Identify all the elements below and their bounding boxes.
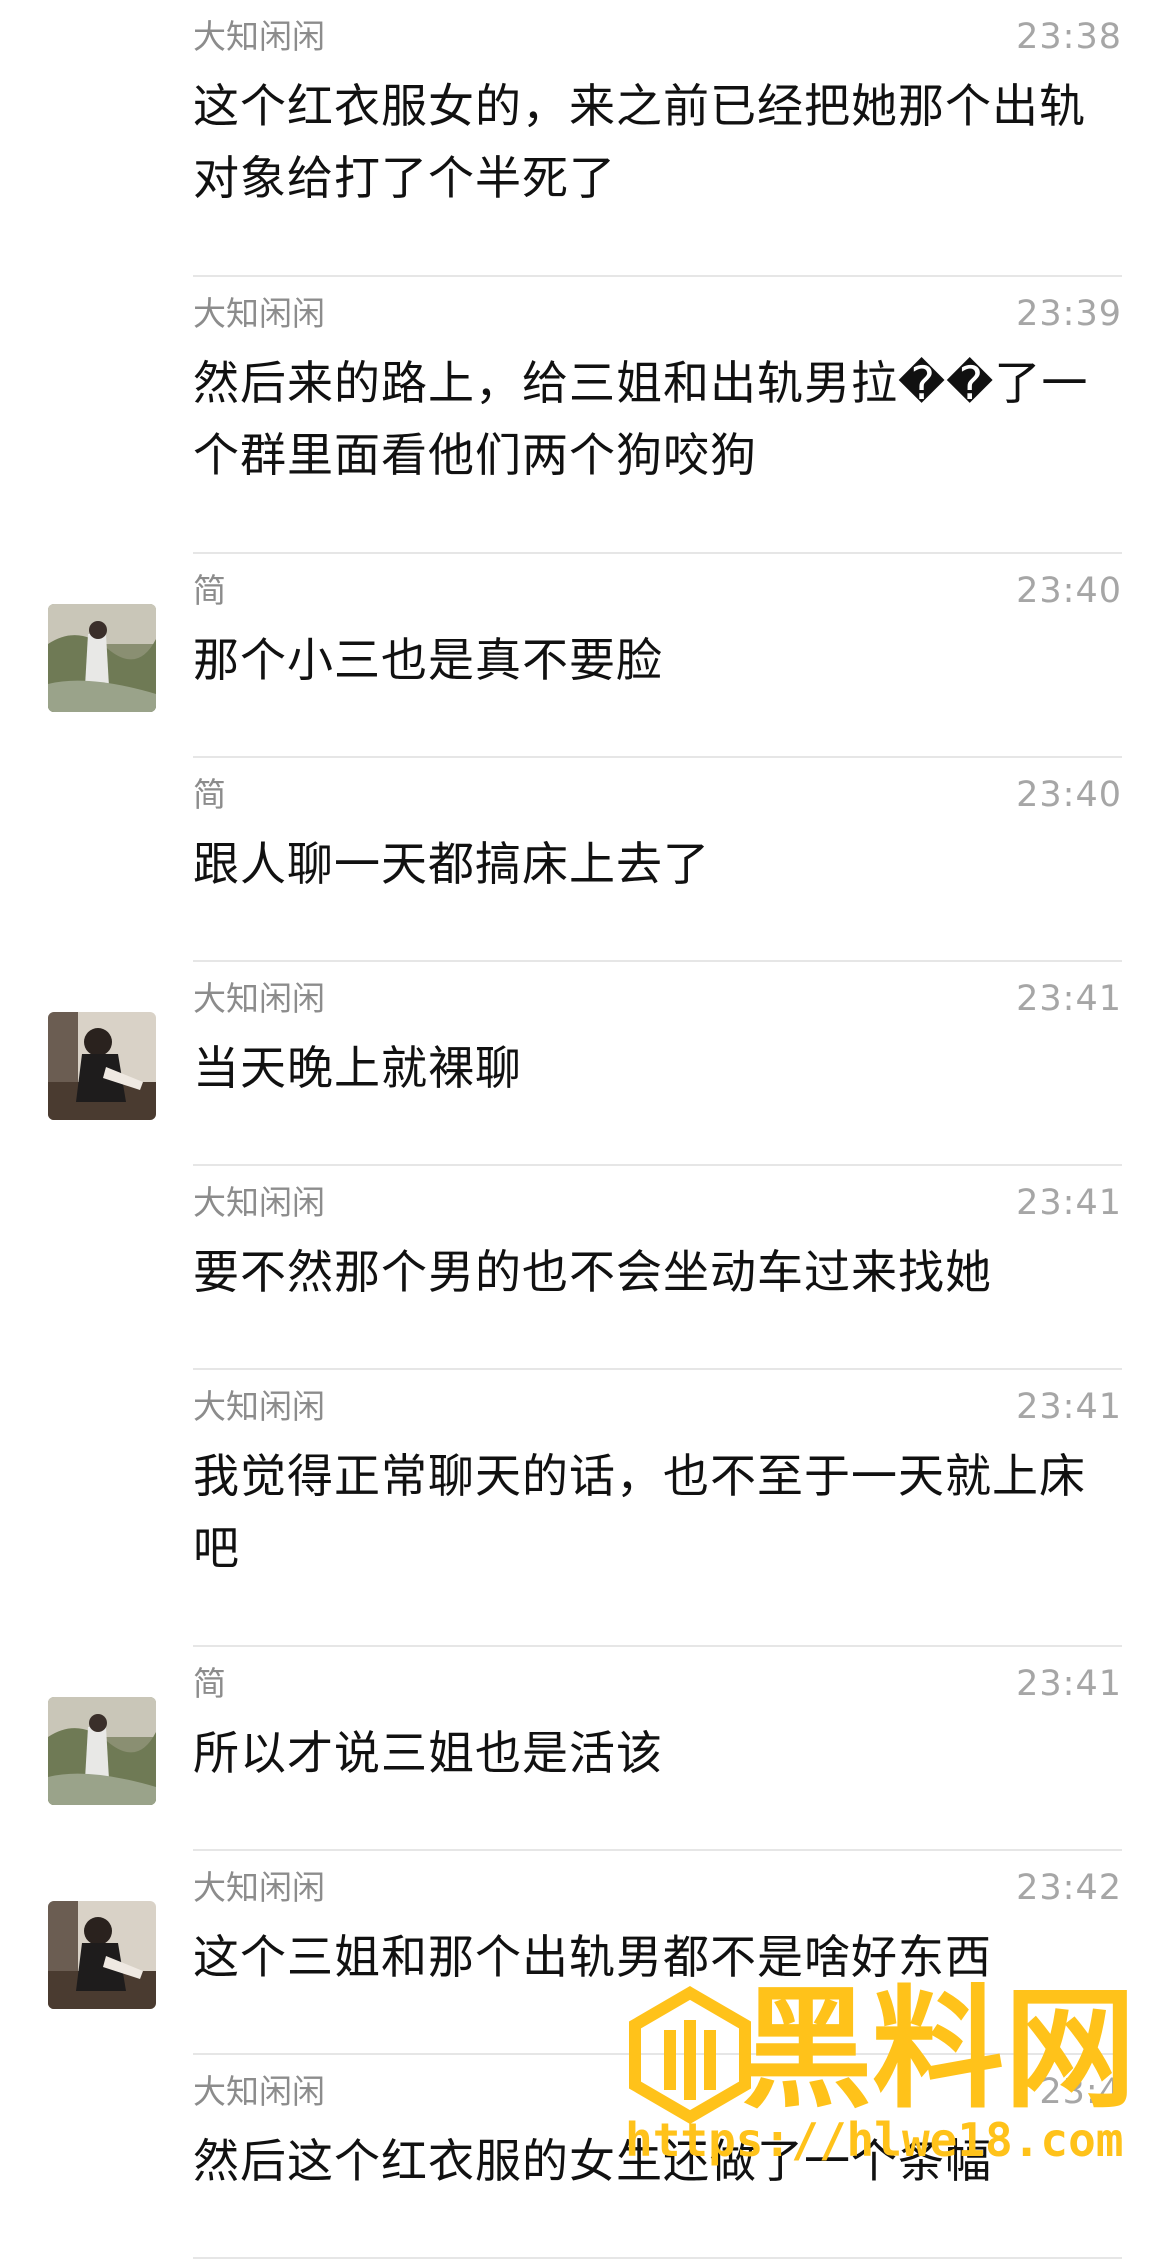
sender-name[interactable]: 简 [193,770,226,820]
avatar-dazhi-image [48,1012,156,1120]
message-text: 所以才说三姐也是活该 [193,1726,663,1780]
avatar-jian-image [48,1697,156,1805]
message-text: 当天晚上就裸聊 [193,1041,522,1095]
chat-message-row[interactable]: 大知闲闲 23:41 我觉得正常聊天的话，也不至于一天就上床吧 [0,1370,1170,1647]
message-timestamp: 23:41 [1016,1664,1122,1704]
message-timestamp: 23:41 [1016,979,1122,1019]
site-watermark: 黑料网 https://hlwe18.com [615,1975,1136,2190]
avatar[interactable] [48,1012,156,1120]
chat-message-row[interactable]: 简 23:40 那个小三也是真不要脸 [0,554,1170,758]
avatar[interactable] [48,1697,156,1805]
avatar-dazhi-image [48,1901,156,2009]
avatar-jian-image [48,604,156,712]
message-timestamp: 23:38 [1016,17,1122,57]
sender-name[interactable]: 大知闲闲 [193,2067,325,2117]
avatar[interactable] [48,604,156,712]
watermark-url: https://hlwe18.com [625,2113,1124,2167]
message-text: 这个红衣服女的，来之前已经把她那个出轨对象给打了个半死了 [193,79,1086,205]
message-timestamp: 23:41 [1016,1183,1122,1223]
sender-name[interactable]: 大知闲闲 [193,1178,325,1228]
message-text: 那个小三也是真不要脸 [193,633,663,687]
message-timestamp: 23:40 [1016,571,1122,611]
chat-message-row[interactable]: 大知闲闲 23:38 这个红衣服女的，来之前已经把她那个出轨对象给打了个半死了 [0,0,1170,277]
sender-name[interactable]: 大知闲闲 [193,1382,325,1432]
chat-message-row[interactable]: 简 23:41 所以才说三姐也是活该 [0,1647,1170,1851]
chat-message-row[interactable]: 大知闲闲 23:41 当天晚上就裸聊 [0,962,1170,1166]
sender-name[interactable]: 简 [193,1659,226,1709]
chat-message-list[interactable]: 大知闲闲 23:38 这个红衣服女的，来之前已经把她那个出轨对象给打了个半死了 大知闲… [0,0,1170,2259]
message-text: 然后来的路上，给三姐和出轨男拉��了一个群里面看他们两个狗咬狗 [193,356,1089,482]
sender-name[interactable]: 大知闲闲 [193,289,325,339]
chat-message-row[interactable]: 大知闲闲 23:39 然后来的路上，给三姐和出轨男拉��了一个群里面看他们两个狗咬狗 [0,277,1170,554]
message-timestamp: 23:39 [1016,294,1122,334]
message-text: 我觉得正常聊天的话，也不至于一天就上床吧 [193,1449,1086,1575]
message-text: 要不然那个男的也不会坐动车过来找她 [193,1245,992,1299]
sender-name[interactable]: 大知闲闲 [193,1863,325,1913]
message-timestamp: 23:42 [1016,1868,1122,1908]
chat-message-row[interactable]: 大知闲闲 23:41 要不然那个男的也不会坐动车过来找她 [0,1166,1170,1370]
message-timestamp: 23:41 [1016,1387,1122,1427]
watermark-title: 黑料网 [740,1973,1136,2127]
message-timestamp: 23:40 [1016,775,1122,815]
message-text: 跟人聊一天都搞床上去了 [193,837,710,891]
chat-message-row[interactable]: 简 23:40 跟人聊一天都搞床上去了 [0,758,1170,962]
sender-name[interactable]: 简 [193,566,226,616]
avatar[interactable] [48,1901,156,2009]
sender-name[interactable]: 大知闲闲 [193,974,325,1024]
sender-name[interactable]: 大知闲闲 [193,12,325,62]
